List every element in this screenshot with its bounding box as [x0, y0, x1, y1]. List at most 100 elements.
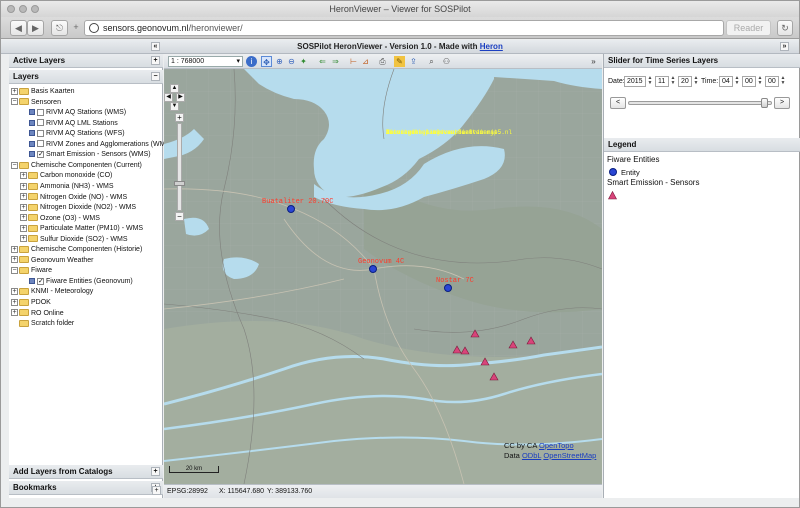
measure-area-icon[interactable]: ⊿: [360, 56, 371, 67]
layer-checkbox[interactable]: ✓: [37, 277, 44, 285]
close-window-button[interactable]: [7, 5, 15, 13]
previous-extent-icon[interactable]: ⇐: [317, 56, 328, 67]
back-button[interactable]: ◀: [10, 20, 27, 36]
forward-button[interactable]: ▶: [27, 20, 44, 36]
refresh-button[interactable]: ↻: [777, 20, 793, 36]
print-icon[interactable]: ⎙: [377, 56, 388, 67]
tree-folder[interactable]: + Particulate Matter (PM10) - WMS: [20, 224, 143, 234]
layer-checkbox[interactable]: [37, 129, 44, 137]
time-slider-thumb[interactable]: [760, 98, 768, 108]
tree-folder[interactable]: + RO Online: [11, 309, 64, 319]
edit-icon[interactable]: ✎: [394, 56, 405, 67]
tree-layer[interactable]: RIVM AQ Stations (WMS): [29, 108, 126, 118]
collapse-right-button[interactable]: »: [780, 42, 789, 51]
address-bar[interactable]: sensors.geonovum.nl/heronviewer/: [84, 20, 724, 36]
binoculars-icon[interactable]: ⚇: [441, 56, 452, 67]
previous-time-button[interactable]: <: [610, 97, 626, 109]
tree-layer[interactable]: RIVM Zones and Agglomerations (WMS: [29, 140, 170, 150]
tree-layer[interactable]: ✓ Fiware Entities (Geonovum): [29, 277, 133, 287]
add-layers-header[interactable]: Add Layers from Catalogs +: [9, 465, 163, 479]
tree-folder[interactable]: + Basis Kaarten: [11, 87, 75, 97]
layer-checkbox[interactable]: ✓: [37, 150, 44, 158]
expand-toggle-icon[interactable]: +: [20, 193, 27, 201]
expand-toggle-icon[interactable]: +: [20, 224, 27, 232]
second-stepper[interactable]: ▲ ▼: [780, 76, 786, 87]
year-stepper[interactable]: ▲ ▼: [647, 76, 653, 87]
bookmarks-header[interactable]: Bookmarks +: [9, 481, 163, 495]
new-tab-button[interactable]: +: [71, 20, 81, 36]
odbl-link[interactable]: ODbL: [522, 451, 541, 460]
minimize-window-button[interactable]: [19, 5, 27, 13]
tree-folder[interactable]: + Chemische Componenten (Historie): [11, 245, 142, 255]
expand-toggle-icon[interactable]: +: [11, 309, 18, 317]
expand-toggle-icon[interactable]: +: [20, 214, 27, 222]
month-stepper[interactable]: ▲ ▼: [670, 76, 676, 87]
expand-toggle-icon[interactable]: +: [20, 182, 27, 190]
map-view[interactable]: ▲ ◀ ▶ ▼ + − Stuur gr! Dit is de gratis v…: [164, 69, 602, 484]
layer-checkbox[interactable]: [37, 108, 44, 116]
minute-stepper[interactable]: ▲ ▼: [757, 76, 763, 87]
scale-select[interactable]: 1 : 768000 ▾: [168, 56, 243, 67]
expand-toggle-icon[interactable]: −: [11, 161, 18, 169]
search-icon[interactable]: ⌕: [426, 56, 437, 67]
tree-folder[interactable]: + PDOK: [11, 298, 51, 308]
time-slider-track[interactable]: [628, 101, 772, 105]
hour-stepper[interactable]: ▲ ▼: [734, 76, 740, 87]
collapse-layers-button[interactable]: −: [151, 72, 160, 81]
month-field[interactable]: 11: [655, 76, 669, 87]
reader-button[interactable]: Reader: [726, 20, 771, 36]
minute-field[interactable]: 00: [742, 76, 756, 87]
tree-layer[interactable]: RIVM AQ LML Stations: [29, 119, 118, 129]
share-button[interactable]: ⎋: [51, 20, 68, 36]
tree-folder[interactable]: Scratch folder: [11, 319, 74, 329]
expand-right-icon[interactable]: »: [588, 56, 599, 67]
tree-layer[interactable]: ✓ Smart Emission - Sensors (WMS): [29, 150, 151, 160]
day-field[interactable]: 20: [678, 76, 692, 87]
expand-toggle-icon[interactable]: −: [11, 267, 18, 274]
tree-folder[interactable]: + Nitrogen Oxide (NO) - WMS: [20, 193, 127, 203]
upload-icon[interactable]: ⇪: [408, 56, 419, 67]
active-layers-header[interactable]: Active Layers +: [9, 54, 163, 68]
hour-field[interactable]: 04: [719, 76, 733, 87]
tree-folder[interactable]: + KNMI - Meteorology: [11, 287, 93, 297]
expand-add-layers-button[interactable]: +: [151, 467, 160, 476]
info-icon[interactable]: i: [246, 56, 257, 67]
layers-header[interactable]: Layers −: [9, 70, 163, 84]
year-field[interactable]: 2015: [624, 76, 646, 87]
second-field[interactable]: 00: [765, 76, 779, 87]
zoom-window-button[interactable]: [31, 5, 39, 13]
layer-checkbox[interactable]: [37, 119, 44, 127]
expand-toggle-icon[interactable]: +: [20, 235, 27, 243]
pan-icon[interactable]: ✥: [261, 56, 272, 67]
tree-folder[interactable]: − Chemische Componenten (Current): [11, 161, 142, 171]
tree-folder[interactable]: + Geonovum Weather: [11, 256, 94, 266]
tree-folder[interactable]: + Nitrogen Dioxide (NO2) - WMS: [20, 203, 136, 213]
tree-folder[interactable]: + Carbon monoxide (CO): [20, 171, 112, 181]
expand-toggle-icon[interactable]: +: [11, 245, 18, 253]
tree-folder[interactable]: + Sulfur Dioxide (SO2) - WMS: [20, 235, 128, 245]
expand-toggle-icon[interactable]: +: [11, 298, 18, 306]
tree-layer[interactable]: RIVM AQ Stations (WFS): [29, 129, 125, 139]
tree-folder[interactable]: + Ozone (O3) - WMS: [20, 214, 100, 224]
expand-toggle-icon[interactable]: +: [11, 256, 18, 264]
day-stepper[interactable]: ▲ ▼: [693, 76, 699, 87]
expand-toggle-icon[interactable]: +: [20, 172, 27, 180]
expand-toggle-icon[interactable]: +: [20, 203, 27, 211]
openstreetmap-link[interactable]: OpenStreetMap: [543, 451, 596, 460]
next-extent-icon[interactable]: ⇒: [330, 56, 341, 67]
zoom-in-icon[interactable]: ⊕: [274, 56, 285, 67]
expand-active-layers-button[interactable]: +: [151, 56, 160, 65]
expand-bottom-button[interactable]: +: [152, 486, 161, 495]
next-time-button[interactable]: >: [774, 97, 790, 109]
layer-checkbox[interactable]: [37, 140, 44, 148]
opentopo-link[interactable]: OpenTopo: [539, 441, 574, 450]
expand-toggle-icon[interactable]: −: [11, 98, 18, 106]
tree-folder[interactable]: − Sensoren: [11, 98, 61, 108]
zoom-extent-icon[interactable]: ✦: [298, 56, 309, 67]
tree-folder[interactable]: + Ammonia (NH3) - WMS: [20, 182, 114, 192]
expand-toggle-icon[interactable]: +: [11, 87, 18, 95]
expand-toggle-icon[interactable]: +: [11, 288, 18, 296]
measure-length-icon[interactable]: ⊢: [348, 56, 359, 67]
heron-link[interactable]: Heron: [480, 42, 503, 51]
tree-folder[interactable]: − Fiware: [11, 266, 52, 276]
